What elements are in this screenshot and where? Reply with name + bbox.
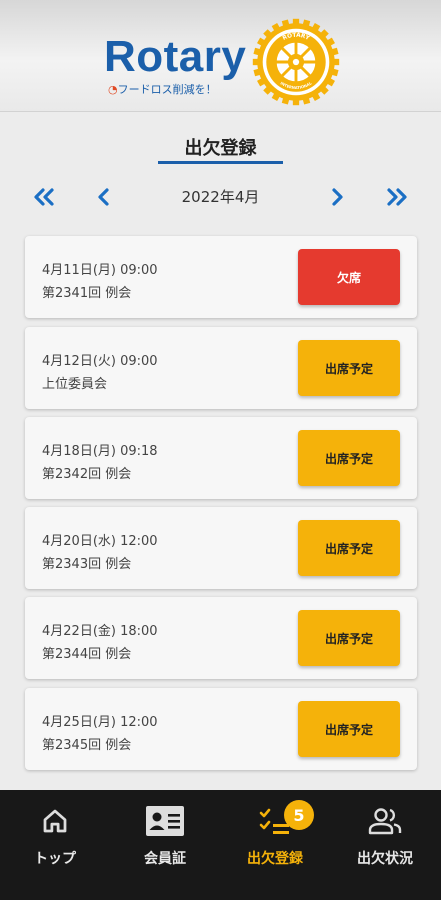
meeting-name: 第2344回 例会	[42, 647, 132, 662]
home-icon	[43, 809, 67, 833]
tab-label: 出欠登録	[247, 851, 303, 867]
attendance-status-button[interactable]: 出席予定	[298, 701, 400, 757]
id-card-icon	[146, 806, 184, 836]
meeting-name: 第2341回 例会	[42, 286, 132, 301]
double-chevron-right-icon	[387, 188, 407, 206]
meeting-datetime: 4月22日(金) 18:00	[42, 624, 158, 639]
bottom-navigation: トップ 会員証 出欠登録 出欠状況	[0, 790, 441, 900]
logo-tagline: ◔フードロス削減を！	[108, 84, 217, 96]
meeting-datetime: 4月25日(月) 12:00	[42, 715, 158, 730]
meeting-datetime: 4月20日(水) 12:00	[42, 534, 158, 549]
meeting-name: 第2345回 例会	[42, 738, 132, 753]
attendance-status-button[interactable]: 出席予定	[298, 520, 400, 576]
logo-text: Rotary	[104, 32, 247, 81]
tagline-mark-icon: ◔	[108, 83, 118, 96]
meeting-datetime: 4月18日(月) 09:18	[42, 444, 158, 459]
tab-top[interactable]: トップ	[0, 790, 110, 900]
meeting-card: 4月12日(火) 09:00 上位委員会 出席予定	[25, 327, 417, 409]
current-month-label: 2022年4月	[181, 188, 260, 206]
meeting-name: 上位委員会	[42, 377, 108, 392]
tab-label: トップ	[34, 851, 76, 867]
app-header: Rotary ◔フードロス削減を！ ROTARY INTERNATIONAL	[0, 0, 441, 112]
tab-membership-card[interactable]: 会員証	[110, 790, 220, 900]
title-underline	[158, 161, 283, 164]
meeting-datetime: 4月11日(月) 09:00	[42, 263, 158, 278]
notification-badge: 5	[284, 800, 314, 830]
next-month-button[interactable]	[320, 180, 354, 214]
people-icon	[368, 808, 402, 835]
next-year-button[interactable]	[380, 180, 414, 214]
meeting-card: 4月20日(水) 12:00 第2343回 例会 出席予定	[25, 507, 417, 589]
page-title: 出欠登録	[184, 138, 257, 159]
tab-label: 出欠状況	[357, 851, 413, 867]
month-navigation: 2022年4月	[0, 180, 441, 214]
meeting-datetime: 4月12日(火) 09:00	[42, 354, 158, 369]
chevron-right-icon	[332, 188, 343, 206]
meeting-card: 4月22日(金) 18:00 第2344回 例会 出席予定	[25, 597, 417, 679]
meeting-name: 第2343回 例会	[42, 557, 132, 572]
tab-attendance-registration[interactable]: 出欠登録	[220, 790, 330, 900]
attendance-status-button[interactable]: 出席予定	[298, 610, 400, 666]
attendance-status-button[interactable]: 欠席	[298, 249, 400, 305]
rotary-wheel-logo: ROTARY INTERNATIONAL	[252, 18, 340, 106]
meeting-card: 4月18日(月) 09:18 第2342回 例会 出席予定	[25, 417, 417, 499]
meeting-card: 4月25日(月) 12:00 第2345回 例会 出席予定	[25, 688, 417, 770]
meeting-card: 4月11日(月) 09:00 第2341回 例会 欠席	[25, 236, 417, 318]
tab-label: 会員証	[144, 851, 186, 867]
meeting-name: 第2342回 例会	[42, 467, 132, 482]
attendance-status-button[interactable]: 出席予定	[298, 430, 400, 486]
attendance-status-button[interactable]: 出席予定	[298, 340, 400, 396]
tab-attendance-status[interactable]: 出欠状況	[330, 790, 440, 900]
logo-tagline-text: フードロス削減を！	[117, 83, 217, 96]
